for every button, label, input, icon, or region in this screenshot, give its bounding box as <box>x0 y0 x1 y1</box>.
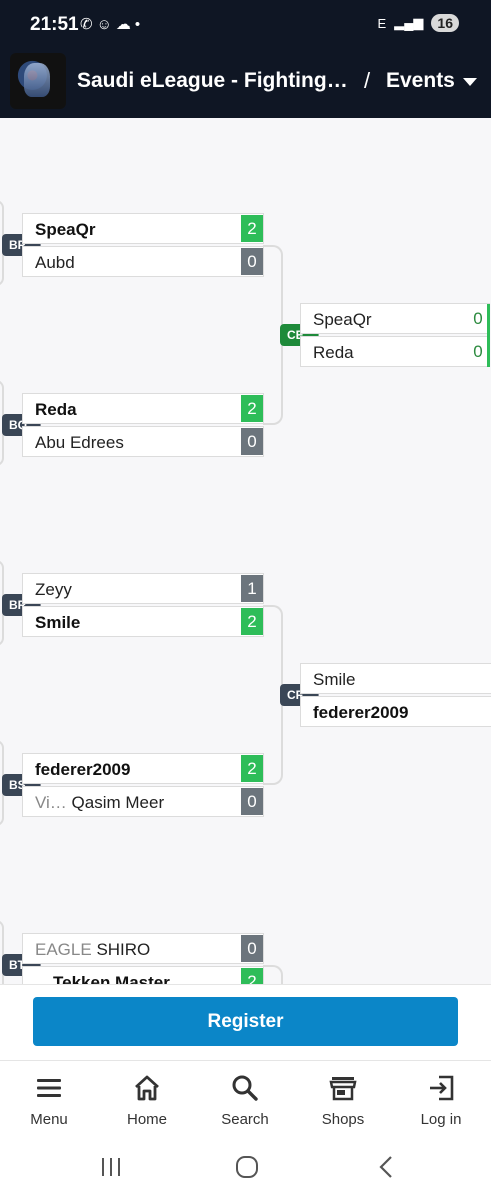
player-name: Vi… Qasim Meer <box>35 793 165 812</box>
home-icon <box>98 1073 196 1103</box>
match-row[interactable]: Smile 2 <box>22 606 264 637</box>
player-score: 0 <box>241 788 263 815</box>
match-row[interactable]: Tekken Master 2 <box>22 966 264 984</box>
player-name: EAGLE SHIRO <box>35 940 151 959</box>
player-name: Smile <box>313 670 356 689</box>
player-name: SpeaQr <box>313 310 372 329</box>
match-row[interactable]: federer2009 2 <box>22 753 264 784</box>
player-score: 0 <box>241 935 263 962</box>
nav-label: Shops <box>321 1111 365 1128</box>
nav-shops[interactable]: Shops <box>294 1073 392 1128</box>
snapchat-icon: ☺ <box>96 16 116 33</box>
match-row[interactable]: Reda 0 <box>300 336 490 367</box>
player-score: 0 <box>241 428 263 455</box>
battery-icon: 16 <box>431 14 459 32</box>
match-row[interactable]: Smile <box>300 663 491 694</box>
back-button[interactable] <box>374 1154 400 1185</box>
match-row[interactable]: SpeaQr 2 <box>22 213 264 244</box>
match-row[interactable]: federer2009 <box>300 696 491 727</box>
signal-icon: ▂▄▆ <box>394 15 424 30</box>
nav-label: Search <box>221 1111 269 1128</box>
match-row[interactable]: Abu Edrees 0 <box>22 426 264 457</box>
nav-label: Log in <box>420 1111 462 1128</box>
nav-search[interactable]: Search <box>196 1073 294 1128</box>
home-button[interactable] <box>234 1154 260 1185</box>
match-row[interactable]: Vi… Qasim Meer 0 <box>22 786 264 817</box>
bottom-nav: Menu Home Search Shops Log in <box>0 1060 491 1136</box>
live-indicator <box>487 304 490 367</box>
player-score: 0 <box>473 342 483 361</box>
match-row[interactable]: Reda 2 <box>22 393 264 424</box>
player-score: 2 <box>241 215 263 242</box>
match-row[interactable]: EAGLE SHIRO 0 <box>22 933 264 964</box>
player-name: SpeaQr <box>35 220 96 239</box>
search-icon <box>196 1073 294 1103</box>
recent-apps-button[interactable] <box>98 1154 124 1185</box>
whatsapp-icon: ✆ <box>80 16 97 33</box>
page-title[interactable]: Saudi eLeague - Fighting ... <box>77 69 349 93</box>
events-label: Events <box>386 69 455 92</box>
app-header: Saudi eLeague - Fighting ... / Events <box>0 44 491 118</box>
player-score: 2 <box>241 968 263 984</box>
player-score: 0 <box>241 248 263 275</box>
status-bar: 21:51 ✆☺☁• E ▂▄▆ 16 <box>0 0 491 44</box>
player-name: Aubd <box>35 253 75 272</box>
system-nav-bar <box>0 1136 491 1200</box>
player-name: Reda <box>313 343 354 362</box>
match-row[interactable]: SpeaQr 0 <box>300 303 490 334</box>
cloud-icon: ☁ <box>115 16 135 33</box>
player-name: Reda <box>35 400 77 419</box>
player-name: federer2009 <box>313 703 409 722</box>
team-tag: EAGLE <box>35 940 92 959</box>
league-logo[interactable] <box>10 53 66 109</box>
player-score: 1 <box>241 575 263 602</box>
status-right: E ▂▄▆ 16 <box>378 14 459 32</box>
network-icon: E <box>377 15 387 31</box>
player-name: Abu Edrees <box>35 433 124 452</box>
dot-icon: • <box>134 16 145 33</box>
connector-line <box>263 965 283 984</box>
player-score: 2 <box>241 608 263 635</box>
events-dropdown[interactable]: Events <box>386 69 477 93</box>
register-button[interactable]: Register <box>33 997 458 1046</box>
caret-down-icon <box>462 78 477 86</box>
player-name: federer2009 <box>35 760 131 779</box>
nav-home[interactable]: Home <box>98 1073 196 1128</box>
team-tag: Vi… <box>35 793 67 812</box>
shop-icon <box>294 1073 392 1103</box>
status-time: 21:51 <box>30 14 79 35</box>
nav-label: Home <box>126 1111 167 1128</box>
player-name: Zeyy <box>35 580 72 599</box>
menu-icon <box>0 1073 98 1103</box>
breadcrumb-separator: / <box>364 68 371 93</box>
register-bar: Register <box>0 984 491 1060</box>
player-name: Smile <box>35 613 81 632</box>
notification-icons: ✆☺☁• <box>80 15 144 33</box>
match-row[interactable]: Aubd 0 <box>22 246 264 277</box>
player-score: 2 <box>241 395 263 422</box>
nav-label: Menu <box>30 1111 68 1128</box>
bracket-view[interactable]: BP SpeaQr 2 Aubd 0 BQ Reda 2 Abu Edrees … <box>0 118 491 984</box>
player-score: 2 <box>241 755 263 782</box>
match-row[interactable]: Zeyy 1 <box>22 573 264 604</box>
nav-login[interactable]: Log in <box>392 1073 490 1128</box>
nav-menu[interactable]: Menu <box>0 1073 98 1128</box>
player-name: Tekken Master <box>53 973 170 984</box>
login-icon <box>392 1073 490 1103</box>
player-score: 0 <box>473 309 483 328</box>
